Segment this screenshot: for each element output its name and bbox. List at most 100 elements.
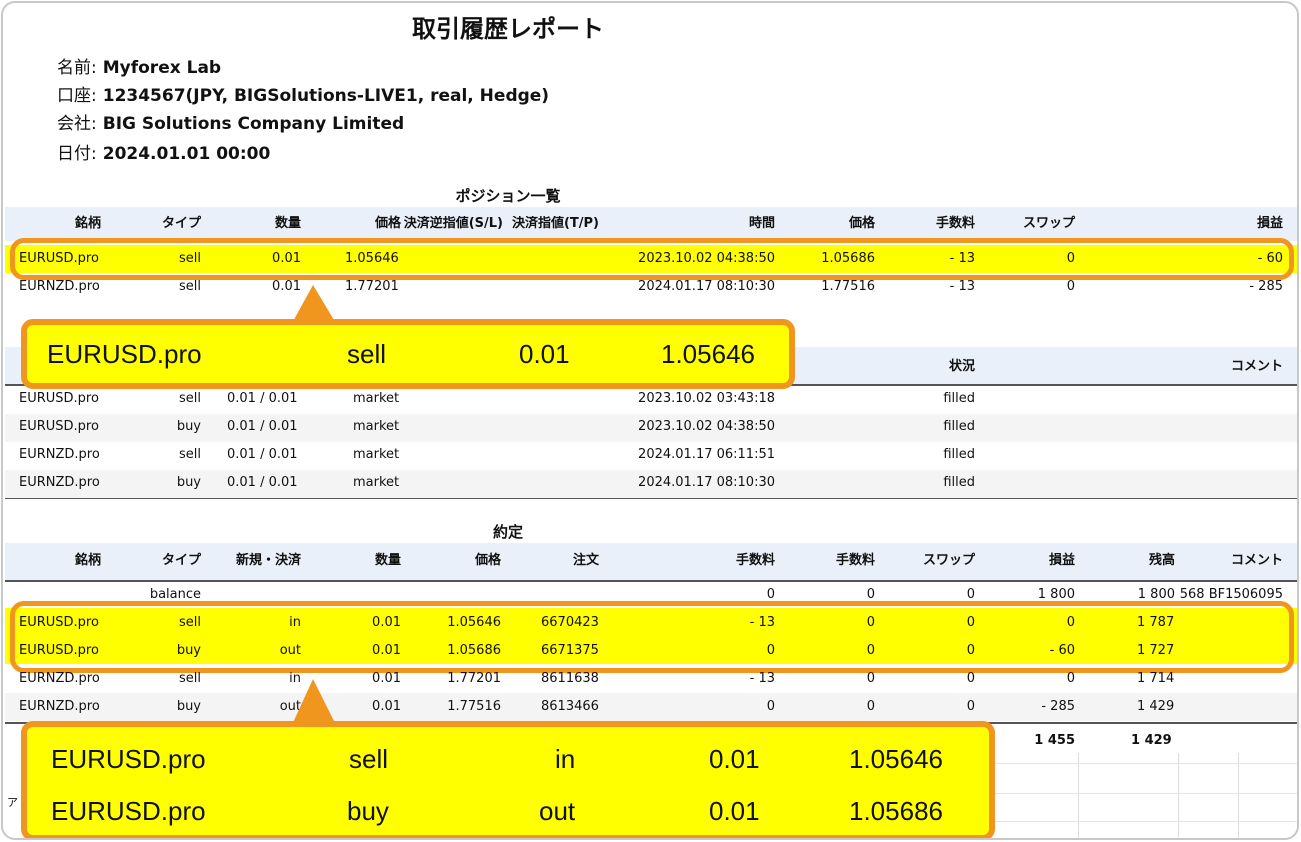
order-row3-type: sell xyxy=(179,447,201,462)
orders-header-status: 状況 xyxy=(948,359,975,374)
callout1-symbol: EURUSD.pro xyxy=(47,339,202,369)
deal-row4-fee: 0 xyxy=(866,699,875,714)
callout2-row2-type: buy xyxy=(347,796,389,826)
pos-row2-price: 1.77201 xyxy=(345,279,399,294)
order-row4-symbol: EURNZD.pro xyxy=(19,475,100,490)
positions-title: ポジション一覧 xyxy=(455,187,561,205)
pos-header-price2: 価格 xyxy=(848,216,875,231)
grid-line xyxy=(1178,753,1179,838)
info-account: 口座: 1234567(JPY, BIGSolutions-LIVE1, real… xyxy=(57,81,549,106)
order-row2-type: buy xyxy=(176,419,201,434)
pos-row2-symbol: EURNZD.pro xyxy=(19,279,100,294)
info-date: 日付: 2024.01.01 00:00 xyxy=(57,139,270,164)
order-row2-volume: 0.01 / 0.01 xyxy=(227,419,298,434)
deal-total-profit: 1 455 xyxy=(1034,733,1075,748)
deal-row3-symbol: EURNZD.pro xyxy=(19,671,100,686)
callout1-type: sell xyxy=(347,339,387,369)
deals-title: 約定 xyxy=(492,523,523,541)
order-row1-type: sell xyxy=(179,391,201,406)
order-row1-volume: 0.01 / 0.01 xyxy=(227,391,298,406)
deal-row3-order: 8611638 xyxy=(541,671,599,686)
pos-header-sl: 決済逆指値(S/L) xyxy=(403,216,503,231)
pos-header-commission: 手数料 xyxy=(935,216,975,231)
callout2-row1-symbol: EURUSD.pro xyxy=(51,744,206,774)
order-row3-volume: 0.01 / 0.01 xyxy=(227,447,298,462)
account-label: 口座: xyxy=(57,86,97,106)
grid-line xyxy=(993,763,1297,764)
pos-row2-volume: 0.01 xyxy=(272,279,301,294)
callout2-row2-symbol: EURUSD.pro xyxy=(51,796,206,826)
order-row1-price: market xyxy=(353,391,400,406)
grid-line xyxy=(1238,753,1239,838)
deal-row3-balance: 1 714 xyxy=(1137,671,1175,686)
callout2-row1-price: 1.05646 xyxy=(849,744,943,774)
company-label: 会社: xyxy=(57,114,97,134)
deal-row3-fee: 0 xyxy=(866,671,875,686)
pos-row2-time: 2024.01.17 08:10:30 xyxy=(638,279,775,294)
orders-bottom-divider xyxy=(5,498,1297,499)
order-row2-status: filled xyxy=(943,419,975,434)
deals-header-divider xyxy=(5,580,1297,582)
callout2-row1-volume: 0.01 xyxy=(709,744,760,774)
deal-row4-type: buy xyxy=(176,699,201,714)
deal-header-order: 注文 xyxy=(572,553,599,568)
report-title: 取引履歴レポート xyxy=(412,15,604,43)
deal-row4-profit: - 285 xyxy=(1041,699,1075,714)
order-row4-time: 2024.01.17 08:10:30 xyxy=(638,475,775,490)
callout2-row1-type: sell xyxy=(349,744,389,774)
pos-row1-highlight-box xyxy=(10,238,1294,280)
report-frame: 取引履歴レポート 名前: Myforex Lab 口座: 1234567(JPY, … xyxy=(1,1,1299,840)
order-row1-status: filled xyxy=(943,391,975,406)
footer-fragment: ア xyxy=(7,796,18,809)
pos-header-type: タイプ xyxy=(161,216,201,231)
name-value: Myforex Lab xyxy=(102,58,222,78)
order-row3-time: 2024.01.17 06:11:51 xyxy=(638,447,775,462)
order-row2-price: market xyxy=(353,419,400,434)
pos-header-symbol: 銘柄 xyxy=(74,216,101,231)
pos-header-volume: 数量 xyxy=(274,216,301,231)
deal-row4-price: 1.77516 xyxy=(447,699,501,714)
pos-row2-type: sell xyxy=(179,279,201,294)
deal-header-balance: 残高 xyxy=(1148,553,1175,568)
pos-header-swap: スワップ xyxy=(1022,216,1075,231)
deal-header-commission: 手数料 xyxy=(735,553,775,568)
order-row4-status: filled xyxy=(943,475,975,490)
deal-header-swap: スワップ xyxy=(922,553,975,568)
deal-row3-type: sell xyxy=(179,671,201,686)
deal-row4-direction: out xyxy=(279,699,301,714)
order-row4-type: buy xyxy=(176,475,201,490)
pos-header-time: 時間 xyxy=(748,216,775,231)
order-row4-volume: 0.01 / 0.01 xyxy=(227,475,298,490)
pos-row2-profit: - 285 xyxy=(1249,279,1283,294)
deals-highlight-box xyxy=(10,601,1294,673)
info-name: 名前: Myforex Lab xyxy=(57,53,221,78)
callout1-volume: 0.01 xyxy=(519,339,570,369)
deal-header-symbol: 銘柄 xyxy=(74,553,101,568)
account-value: 1234567(JPY, BIGSolutions-LIVE1, real, H… xyxy=(102,86,550,106)
deal-header-price: 価格 xyxy=(474,553,501,568)
deal-row3-swap: 0 xyxy=(966,671,975,686)
pos-row2-swap: 0 xyxy=(1066,279,1075,294)
grid-line xyxy=(1078,753,1079,838)
deal-row4-symbol: EURNZD.pro xyxy=(19,699,100,714)
pos-header-price: 価格 xyxy=(374,216,401,231)
deal-row4-commission: 0 xyxy=(766,699,775,714)
order-row2-symbol: EURUSD.pro xyxy=(19,419,99,434)
deal-row3-commission: - 13 xyxy=(749,671,775,686)
callout2-row2-price: 1.05686 xyxy=(849,796,943,826)
deal-row3-profit: 0 xyxy=(1066,671,1075,686)
company-value: BIG Solutions Company Limited xyxy=(102,114,405,134)
deal-header-volume: 数量 xyxy=(374,553,401,568)
deal-header-comment: コメント xyxy=(1230,553,1283,568)
order-row3-price: market xyxy=(353,447,400,462)
callout2-row2-direction: out xyxy=(539,796,576,826)
deal-header-direction: 新規・決済 xyxy=(235,553,301,568)
deal-header-fee: 手数料 xyxy=(835,553,875,568)
order-row4-price: market xyxy=(353,475,400,490)
grid-line xyxy=(993,793,1297,794)
deal-row4-swap: 0 xyxy=(966,699,975,714)
pos-row2-price2: 1.77516 xyxy=(821,279,875,294)
order-row3-status: filled xyxy=(943,447,975,462)
grid-line xyxy=(993,821,1297,822)
pos-header-profit: 損益 xyxy=(1256,216,1283,231)
